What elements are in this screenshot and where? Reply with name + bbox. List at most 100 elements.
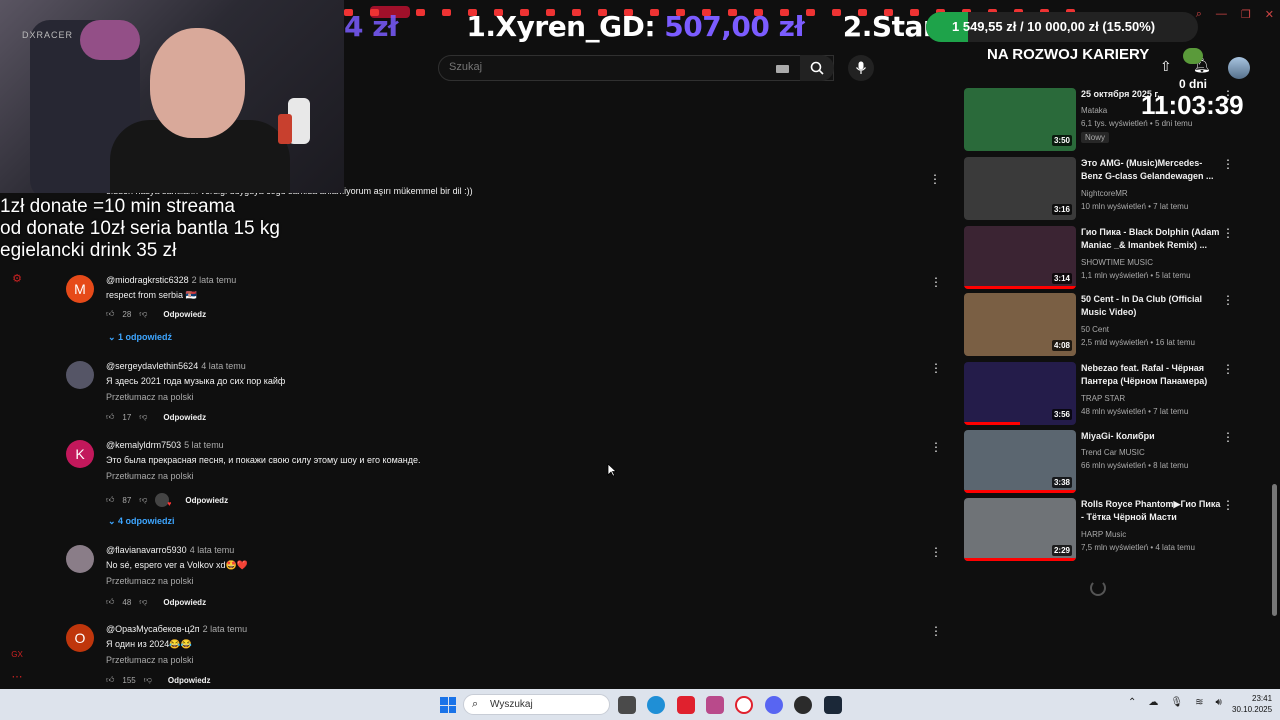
opera-gx-icon[interactable] (735, 696, 753, 714)
avatar[interactable]: K (66, 440, 94, 468)
video-title[interactable]: MiyaGi- Колибри (1081, 430, 1221, 443)
video-thumbnail[interactable]: 3:14 (964, 226, 1076, 289)
video-channel[interactable]: 50 Cent (1081, 325, 1109, 334)
comment-menu-icon[interactable]: ⋮ (930, 545, 942, 559)
dislike-icon[interactable]: 👎︎ (139, 309, 147, 319)
replies-toggle[interactable]: ⌄ 1 odpowiedź (108, 332, 172, 343)
comment-time[interactable]: 2 lata temu (203, 624, 248, 634)
video-item[interactable]: 3:38 MiyaGi- Колибри Trend Car MUSIC 66 mln… (964, 430, 1234, 496)
search-input[interactable] (449, 61, 769, 73)
video-menu-icon[interactable]: ⋮ (1222, 430, 1234, 444)
dislike-icon[interactable]: 👎︎ (139, 495, 147, 505)
dislike-icon[interactable]: 👎︎ (144, 675, 152, 685)
video-menu-icon[interactable]: ⋮ (1222, 498, 1234, 512)
more-icon[interactable]: ⋯ (10, 670, 24, 684)
taskbar-search[interactable]: ⌕ Wyszukaj (463, 694, 610, 715)
steam-icon[interactable] (824, 696, 842, 714)
video-item[interactable]: 3:14 Гио Пика - Black Dolphin (Adam Mania… (964, 226, 1234, 292)
video-channel[interactable]: HARP Music (1081, 530, 1126, 539)
video-channel[interactable]: TRAP STAR (1081, 394, 1125, 403)
search-button[interactable] (800, 55, 834, 81)
windows-start-icon[interactable] (440, 697, 456, 713)
comment-time[interactable]: 2 lata temu (192, 275, 237, 285)
file-explorer-icon[interactable] (618, 696, 636, 714)
avatar[interactable]: M (66, 275, 94, 303)
gx-icon[interactable]: GX (10, 650, 24, 664)
zoom-icon[interactable]: ⌕ (1196, 8, 1202, 21)
comment-menu-icon[interactable]: ⋮ (930, 275, 942, 289)
replies-toggle[interactable]: ⌄ 4 odpowiedzi (108, 516, 175, 527)
author-name[interactable]: @flavianavarro5930 (106, 545, 187, 555)
video-menu-icon[interactable]: ⋮ (1222, 157, 1234, 171)
video-channel[interactable]: NightcoreMR (1081, 189, 1128, 198)
video-channel[interactable]: SHOWTIME MUSIC (1081, 258, 1153, 267)
dislike-icon[interactable]: 👎︎ (139, 597, 147, 607)
keyboard-icon[interactable] (776, 65, 789, 73)
reply-button[interactable]: Odpowiedz (168, 676, 211, 685)
video-menu-icon[interactable]: ⋮ (1222, 293, 1234, 307)
video-channel[interactable]: Trend Car MUSIC (1081, 448, 1145, 457)
video-menu-icon[interactable]: ⋮ (1222, 226, 1234, 240)
volume-icon[interactable]: 🔊︎ (1215, 697, 1221, 708)
reply-button[interactable]: Odpowiedz (163, 598, 206, 607)
video-title[interactable]: Nebezao feat. Rafal - Чёрная Пантера (Чё… (1081, 362, 1221, 388)
reply-button[interactable]: Odpowiedz (185, 496, 228, 505)
comment-author[interactable]: @flavianavarro5930 4 lata temu (106, 545, 234, 555)
comment-author[interactable]: @kemalyldrm7503 5 lat temu (106, 440, 224, 450)
account-avatar[interactable] (1228, 57, 1250, 79)
comment-time[interactable]: 4 lata temu (190, 545, 235, 555)
like-icon[interactable]: 👍︎ (106, 412, 114, 422)
video-item[interactable]: 3:56 Nebezao feat. Rafal - Чёрная Пантера… (964, 362, 1234, 428)
video-thumbnail[interactable]: 2:29 (964, 498, 1076, 561)
translate-link[interactable]: Przetłumacz na polski (106, 471, 194, 481)
comment-author[interactable]: @sergeydavlethin5624 4 lata temu (106, 361, 246, 371)
video-title[interactable]: Rolls Royce Phantom▶Гио Пика - Тётка Чёр… (1081, 498, 1221, 524)
video-title[interactable]: Это AMG- (Music)Mercedes-Benz G-class Ge… (1081, 157, 1221, 183)
like-icon[interactable]: 👍︎ (106, 597, 114, 607)
author-name[interactable]: @miodragkrstic6328 (106, 275, 189, 285)
taskbar-clock[interactable]: 23:41 30.10.2025 (1232, 693, 1272, 715)
reply-button[interactable]: Odpowiedz (163, 310, 206, 319)
video-thumbnail[interactable]: 3:56 (964, 362, 1076, 425)
author-name[interactable]: @kemalyldrm7503 (106, 440, 181, 450)
comment-menu-icon[interactable]: ⋮ (929, 172, 941, 186)
avatar[interactable]: О (66, 624, 94, 652)
wifi-icon[interactable]: ≋ (1195, 697, 1203, 708)
video-item[interactable]: 3:16 Это AMG- (Music)Mercedes-Benz G-clas… (964, 157, 1234, 223)
translate-link[interactable]: Przetłumacz na polski (106, 655, 194, 665)
like-icon[interactable]: 👍︎ (106, 675, 114, 685)
microphone-icon[interactable]: 🎙︎ (1170, 697, 1183, 708)
restore-icon[interactable]: ❐ (1241, 8, 1251, 21)
video-item[interactable]: 4:08 50 Cent - In Da Club (Official Music… (964, 293, 1234, 359)
comment-menu-icon[interactable]: ⋮ (930, 624, 942, 638)
translate-link[interactable]: Przetłumacz na polski (106, 576, 194, 586)
close-icon[interactable]: ✕ (1265, 8, 1274, 21)
like-icon[interactable]: 👍︎ (106, 309, 114, 319)
chevron-up-icon[interactable]: ⌃ (1128, 697, 1136, 708)
video-channel[interactable]: Mataka (1081, 106, 1107, 115)
translate-link[interactable]: Przetłumacz na polski (106, 392, 194, 402)
avatar[interactable] (66, 545, 94, 573)
snipping-tool-icon[interactable] (706, 696, 724, 714)
scrollbar[interactable] (1272, 484, 1277, 616)
comment-time[interactable]: 5 lat temu (184, 440, 224, 450)
avatar[interactable] (66, 361, 94, 389)
obs-icon[interactable] (794, 696, 812, 714)
video-menu-icon[interactable]: ⋮ (1222, 362, 1234, 376)
cloud-icon[interactable]: ☁ (1148, 697, 1158, 708)
video-thumbnail[interactable]: 3:38 (964, 430, 1076, 493)
video-item[interactable]: 2:29 Rolls Royce Phantom▶Гио Пика - Тётка… (964, 498, 1234, 564)
youtube-icon[interactable] (677, 696, 695, 714)
author-name[interactable]: @ОразМусабеков-ц2п (106, 624, 200, 634)
video-title[interactable]: 50 Cent - In Da Club (Official Music Vid… (1081, 293, 1221, 319)
comment-time[interactable]: 4 lata temu (201, 361, 246, 371)
video-thumbnail[interactable]: 3:50 (964, 88, 1076, 151)
video-thumbnail[interactable]: 3:16 (964, 157, 1076, 220)
video-title[interactable]: Гио Пика - Black Dolphin (Adam Maniac _&… (1081, 226, 1221, 252)
video-thumbnail[interactable]: 4:08 (964, 293, 1076, 356)
minimize-icon[interactable]: — (1216, 8, 1227, 21)
author-name[interactable]: @sergeydavlethin5624 (106, 361, 198, 371)
discord-icon[interactable] (765, 696, 783, 714)
upload-icon[interactable]: ⇧ (1160, 58, 1172, 75)
reply-button[interactable]: Odpowiedz (163, 413, 206, 422)
